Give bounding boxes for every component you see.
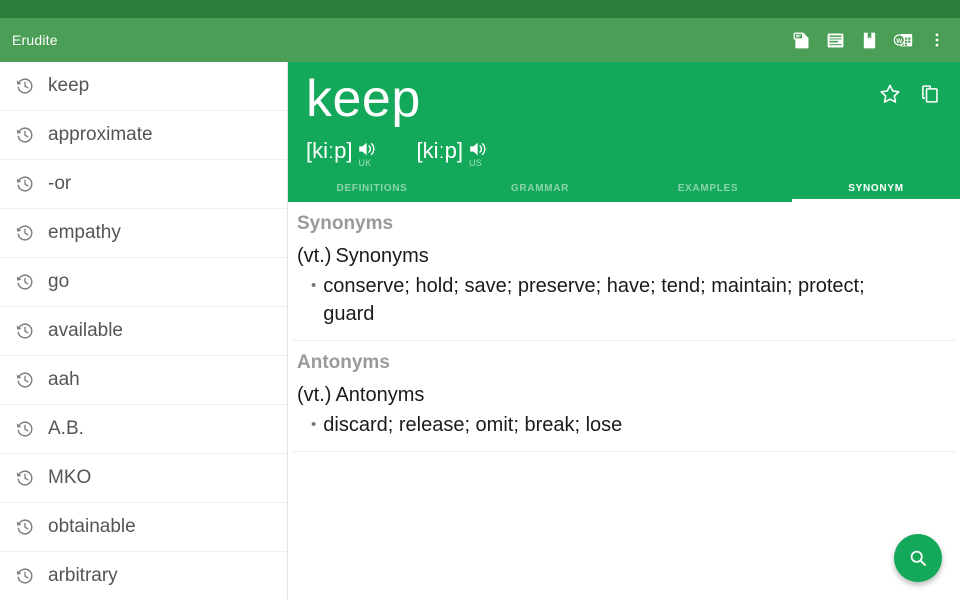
pronunciation-us[interactable]: [kiːp] US: [416, 138, 492, 164]
antonyms-heading: Antonyms: [289, 341, 960, 380]
synonyms-section: Synonyms (vt.)Synonyms • conserve; hold;…: [289, 202, 960, 340]
list-item-label: approximate: [48, 124, 153, 146]
list-item-label: aah: [48, 369, 80, 391]
tab-definitions[interactable]: DEFINITIONS: [288, 175, 456, 202]
history-icon: [14, 320, 36, 342]
antonyms-entry-label: Antonyms: [335, 384, 424, 406]
antonyms-pos: (vt.): [297, 384, 331, 406]
list-item-label: A.B.: [48, 418, 84, 440]
tab-examples[interactable]: EXAMPLES: [624, 175, 792, 202]
history-icon: [14, 418, 36, 440]
app-bar-actions: W: [784, 23, 960, 57]
history-icon: [14, 222, 36, 244]
tab-label: EXAMPLES: [678, 183, 739, 194]
list-item-label: arbitrary: [48, 565, 118, 587]
list-item-label: available: [48, 320, 123, 342]
pronunciation-us-region: US: [469, 158, 482, 168]
page-title: keep: [306, 66, 421, 132]
list-item[interactable]: -or: [0, 160, 287, 209]
favorite-star-icon[interactable]: [870, 74, 910, 114]
antonyms-entry-line: (vt.)Antonyms: [297, 380, 960, 410]
content-panel: Synonyms (vt.)Synonyms • conserve; hold;…: [289, 202, 960, 600]
bullet-icon: •: [311, 411, 316, 439]
speaker-us-icon[interactable]: US: [467, 138, 493, 164]
word-of-day-icon[interactable]: W: [886, 23, 920, 57]
list-item-label: go: [48, 271, 69, 293]
antonyms-body: (vt.)Antonyms • discard; release; omit; …: [289, 380, 960, 451]
tab-label: GRAMMAR: [511, 183, 569, 194]
antonyms-bullet-row: • discard; release; omit; break; lose: [297, 410, 960, 439]
pronunciation-uk-ipa: [kiːp]: [306, 138, 352, 164]
history-icon: [14, 369, 36, 391]
history-sidebar[interactable]: keep approximate -or: [0, 62, 288, 600]
pronunciation-row: [kiːp] UK [kiːp]: [306, 138, 527, 164]
history-icon: [14, 75, 36, 97]
speaker-uk-icon[interactable]: UK: [356, 138, 382, 164]
synonyms-entry-line: (vt.)Synonyms: [297, 241, 960, 271]
search-icon: [907, 547, 929, 569]
synonyms-entry-label: Synonyms: [335, 245, 428, 267]
tab-synonym[interactable]: SYNONYM: [792, 175, 960, 202]
bullet-icon: •: [311, 272, 316, 328]
list-item-label: empathy: [48, 222, 121, 244]
synonyms-heading: Synonyms: [289, 202, 960, 241]
history-icon: [14, 565, 36, 587]
synonyms-bullet-row: • conserve; hold; save; preserve; have; …: [297, 271, 960, 328]
history-icon: [14, 271, 36, 293]
history-icon: [14, 124, 36, 146]
search-fab[interactable]: [894, 534, 942, 582]
tab-bar: DEFINITIONS GRAMMAR EXAMPLES SYNONYM: [288, 175, 960, 202]
list-item-label: obtainable: [48, 516, 136, 538]
list-item[interactable]: arbitrary: [0, 552, 287, 600]
tab-grammar[interactable]: GRAMMAR: [456, 175, 624, 202]
list-item-label: -or: [48, 173, 71, 195]
word-actions: [870, 74, 950, 114]
app-bar: Erudite: [0, 18, 960, 62]
list-item-label: keep: [48, 75, 89, 97]
antonyms-section: Antonyms (vt.)Antonyms • discard; releas…: [289, 341, 960, 451]
list-item[interactable]: MKO: [0, 454, 287, 503]
list-item[interactable]: A.B.: [0, 405, 287, 454]
app-root: Erudite: [0, 0, 960, 600]
app-title: Erudite: [12, 32, 58, 48]
synonyms-body: (vt.)Synonyms • conserve; hold; save; pr…: [289, 241, 960, 340]
tab-label: SYNONYM: [848, 183, 903, 194]
list-item[interactable]: available: [0, 307, 287, 356]
bookmark-icon[interactable]: [852, 23, 886, 57]
synonyms-list: conserve; hold; save; preserve; have; te…: [323, 272, 893, 328]
history-icon: [14, 467, 36, 489]
status-bar: [0, 0, 960, 18]
list-item[interactable]: aah: [0, 356, 287, 405]
history-icon: [14, 173, 36, 195]
history-icon: [14, 516, 36, 538]
list-item[interactable]: keep: [0, 62, 287, 111]
list-item[interactable]: obtainable: [0, 503, 287, 552]
section-divider-bottom: [293, 451, 956, 452]
pronunciation-uk[interactable]: [kiːp] UK: [306, 138, 382, 164]
article-icon[interactable]: [818, 23, 852, 57]
overflow-menu-icon[interactable]: [920, 23, 954, 57]
list-item[interactable]: empathy: [0, 209, 287, 258]
pronunciation-uk-region: UK: [358, 158, 371, 168]
list-item[interactable]: go: [0, 258, 287, 307]
copy-icon[interactable]: [910, 74, 950, 114]
svg-text:W: W: [896, 38, 903, 45]
list-item[interactable]: approximate: [0, 111, 287, 160]
antonyms-list: discard; release; omit; break; lose: [323, 411, 622, 439]
tab-label: DEFINITIONS: [336, 183, 407, 194]
note-icon[interactable]: [784, 23, 818, 57]
list-item-label: MKO: [48, 467, 91, 489]
pronunciation-us-ipa: [kiːp]: [416, 138, 462, 164]
synonyms-pos: (vt.): [297, 245, 331, 267]
